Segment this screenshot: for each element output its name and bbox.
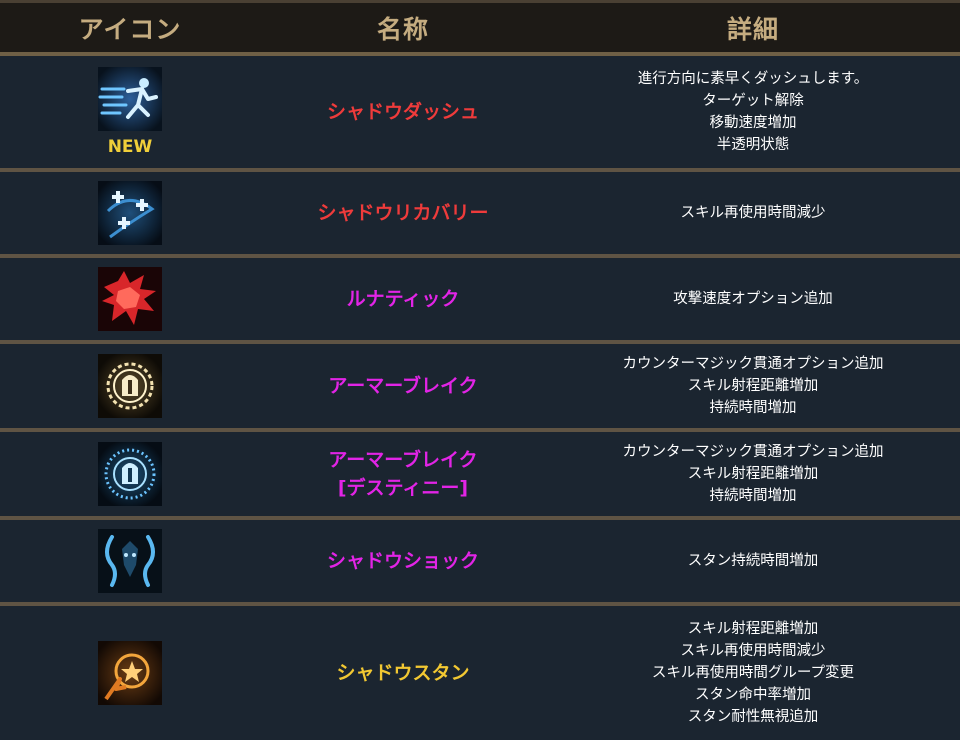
icon-cell [0,181,260,245]
table-row: シャドウスタン スキル射程距離増加 スキル再使用時間減少 スキル再使用時間グルー… [0,606,960,740]
detail-line: カウンターマジック貫通オプション追加 [622,444,884,460]
detail-line: 持続時間増加 [709,488,797,504]
skill-name-line: シャドウショック [326,550,479,572]
skill-name-line: ルナティック [346,288,460,310]
skill-name-line: シャドウスタン [336,662,470,684]
skill-name: シャドウダッシュ [260,98,546,126]
icon-cell [0,267,260,331]
table-row: NEW シャドウダッシュ 進行方向に素早くダッシュします。 ターゲット解除 移動… [0,56,960,172]
skill-details: スタン持続時間増加 [546,550,960,572]
detail-line: スキル再使用時間グループ変更 [651,665,855,681]
detail-line: 移動速度増加 [709,115,797,131]
skill-name-line: [デスティニー] [337,477,469,499]
skill-table: アイコン 名称 詳細 NEW シャドウダッシュ 進行方向に素早くダッシュします。… [0,0,960,740]
detail-line: スキル射程距離増加 [687,621,819,637]
armor-break-icon [98,354,162,418]
skill-name-line: アーマーブレイク [328,375,478,397]
table-row: シャドウショック スタン持続時間増加 [0,520,960,606]
icon-cell [0,641,260,705]
table-row: シャドウリカバリー スキル再使用時間減少 [0,172,960,258]
skill-name: シャドウショック [260,547,546,575]
detail-line: 進行方向に素早くダッシュします。 [637,71,869,87]
detail-line: スタン耐性無視追加 [687,709,819,725]
detail-line: スキル射程距離増加 [687,378,819,394]
shadow-recovery-icon [98,181,162,245]
skill-name-line: シャドウリカバリー [317,202,489,224]
icon-cell [0,529,260,593]
detail-line: スキル再使用時間減少 [680,643,826,659]
detail-line: スキル再使用時間減少 [680,205,826,221]
skill-name: シャドウリカバリー [260,199,546,227]
shadow-stun-icon [98,641,162,705]
skill-details: カウンターマジック貫通オプション追加 スキル射程距離増加 持続時間増加 [546,441,960,507]
skill-details: スキル再使用時間減少 [546,202,960,224]
skill-name: ルナティック [260,285,546,313]
table-header: アイコン 名称 詳細 [0,0,960,56]
icon-column-header: アイコン [78,14,182,44]
skill-name-line: アーマーブレイク [328,449,478,471]
skill-details: 進行方向に素早くダッシュします。 ターゲット解除 移動速度増加 半透明状態 [546,68,960,156]
skill-details: 攻撃速度オプション追加 [546,288,960,310]
shadow-dash-icon [98,67,162,131]
icon-cell: NEW [0,67,260,157]
detail-line: スタン命中率増加 [695,687,811,703]
lunatic-icon [98,267,162,331]
skill-details: スキル射程距離増加 スキル再使用時間減少 スキル再使用時間グループ変更 スタン命… [546,618,960,728]
skill-name: シャドウスタン [260,659,546,687]
skill-name-line: シャドウダッシュ [326,101,479,123]
table-row: アーマーブレイク [デスティニー] カウンターマジック貫通オプション追加 スキル… [0,432,960,520]
skill-name: アーマーブレイク [260,372,546,400]
table-row: ルナティック 攻撃速度オプション追加 [0,258,960,344]
icon-cell [0,442,260,506]
detail-line: 半透明状態 [716,137,790,153]
detail-line: ターゲット解除 [702,93,804,109]
armor-break-destiny-icon [98,442,162,506]
detail-line: スタン持続時間増加 [687,553,819,569]
detail-line: 持続時間増加 [709,400,797,416]
detail-line: 攻撃速度オプション追加 [673,291,833,307]
table-row: アーマーブレイク カウンターマジック貫通オプション追加 スキル射程距離増加 持続… [0,344,960,432]
skill-name: アーマーブレイク [デスティニー] [260,446,546,502]
detail-line: カウンターマジック貫通オプション追加 [622,356,884,372]
icon-cell [0,354,260,418]
skill-details: カウンターマジック貫通オプション追加 スキル射程距離増加 持続時間増加 [546,353,960,419]
name-column-header: 名称 [376,14,429,44]
detail-line: スキル射程距離増加 [687,466,819,482]
details-column-header: 詳細 [726,14,779,44]
shadow-shock-icon [98,529,162,593]
new-badge: NEW [107,137,153,157]
